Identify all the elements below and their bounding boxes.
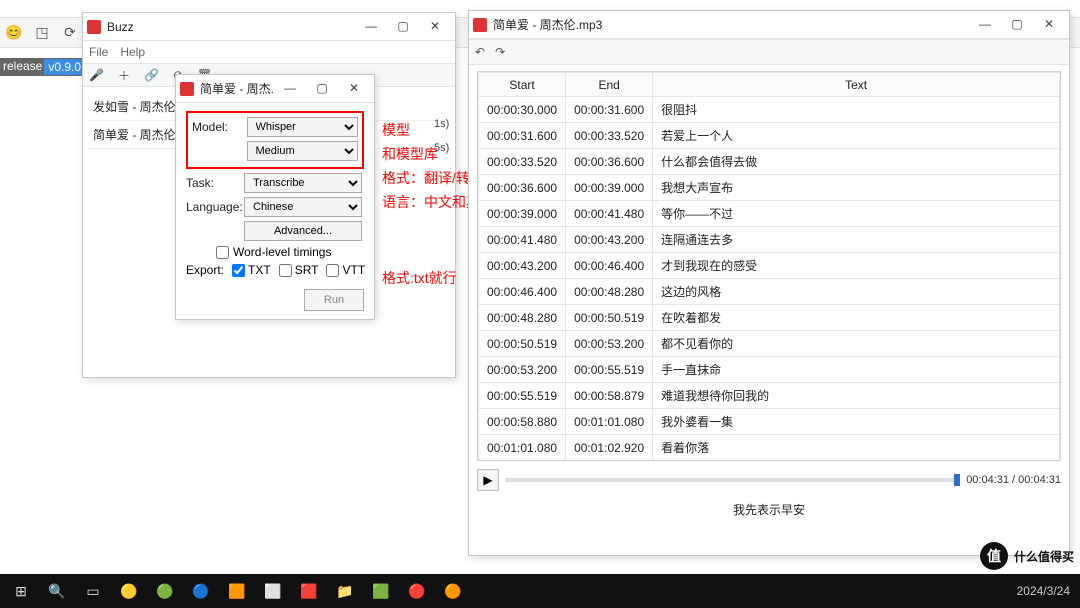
minimize-button[interactable]: — bbox=[969, 13, 1001, 37]
transcribe-dialog: 简单爱 - 周杰... — ▢ ✕ Model: Whisper Medium … bbox=[175, 74, 375, 320]
app-icon[interactable]: 🟠 bbox=[436, 576, 470, 606]
explorer-icon[interactable]: 📁 bbox=[328, 576, 362, 606]
start-button[interactable]: ⊞ bbox=[4, 576, 38, 606]
task-select[interactable]: Transcribe bbox=[244, 173, 362, 193]
minimize-button[interactable]: — bbox=[274, 77, 306, 101]
table-row[interactable]: 00:00:46.40000:00:48.280这边的风格 bbox=[479, 279, 1060, 305]
refresh-icon[interactable]: ⟳ bbox=[56, 24, 84, 41]
table-row[interactable]: 00:00:39.00000:00:41.480等你——不过 bbox=[479, 201, 1060, 227]
table-row[interactable]: 00:00:43.20000:00:46.400才到我现在的感受 bbox=[479, 253, 1060, 279]
mic-icon[interactable]: 🎤 bbox=[89, 68, 104, 82]
close-button[interactable]: ✕ bbox=[1033, 13, 1065, 37]
col-text[interactable]: Text bbox=[653, 73, 1060, 97]
table-row[interactable]: 00:01:02.92000:01:06.360一直到我们到谁走 bbox=[479, 461, 1060, 462]
app-icon[interactable]: 🟩 bbox=[364, 576, 398, 606]
menu-file[interactable]: File bbox=[89, 45, 108, 59]
buzz-title: Buzz bbox=[107, 20, 355, 34]
table-row[interactable]: 00:00:30.00000:00:31.600很阻抖 bbox=[479, 97, 1060, 123]
taskbar-clock[interactable]: 2024/3/24 bbox=[1017, 585, 1076, 597]
add-icon[interactable]: ＋ bbox=[118, 67, 130, 84]
word-timings-label: Word-level timings bbox=[233, 245, 331, 259]
export-srt-checkbox[interactable] bbox=[279, 264, 292, 277]
annotation: 格式:txt就行 bbox=[382, 268, 457, 288]
table-row[interactable]: 00:00:55.51900:00:58.879难道我想待你回我的 bbox=[479, 383, 1060, 409]
maximize-button[interactable]: ▢ bbox=[1001, 13, 1033, 37]
transcript-table: Start End Text 00:00:30.00000:00:31.600很… bbox=[478, 72, 1060, 461]
taskbar: ⊞ 🔍 ▭ 🟡 🟢 🔵 🟧 ⬜ 🟥 📁 🟩 🔴 🟠 2024/3/24 bbox=[0, 574, 1080, 608]
table-row[interactable]: 00:00:36.60000:00:39.000我想大声宣布 bbox=[479, 175, 1060, 201]
undo-icon[interactable]: ↶ bbox=[475, 45, 485, 59]
task-label: Task: bbox=[186, 176, 244, 190]
col-end[interactable]: End bbox=[566, 73, 653, 97]
model-select[interactable]: Whisper bbox=[247, 117, 359, 137]
app-icon[interactable]: ⬜ bbox=[256, 576, 290, 606]
play-button[interactable]: ▶ bbox=[477, 469, 499, 491]
maximize-button[interactable]: ▢ bbox=[387, 15, 419, 39]
result-window: 简单爱 - 周杰伦.mp3 — ▢ ✕ ↶ ↷ Start End Text 0… bbox=[468, 10, 1070, 556]
app-icon[interactable]: 🟧 bbox=[220, 576, 254, 606]
table-row[interactable]: 00:00:50.51900:00:53.200都不见看你的 bbox=[479, 331, 1060, 357]
cube-icon[interactable]: ◳ bbox=[28, 24, 56, 41]
table-row[interactable]: 00:00:58.88000:01:01.080我外婆看一集 bbox=[479, 409, 1060, 435]
edge-icon[interactable]: 🔵 bbox=[184, 576, 218, 606]
word-timings-checkbox[interactable] bbox=[216, 246, 229, 259]
annotation: 模型 bbox=[382, 120, 410, 140]
run-button[interactable]: Run bbox=[304, 289, 364, 311]
back-icon[interactable]: 😊 bbox=[0, 24, 28, 41]
export-vtt-checkbox[interactable] bbox=[326, 264, 339, 277]
app-icon[interactable]: 🟥 bbox=[292, 576, 326, 606]
close-button[interactable]: ✕ bbox=[419, 15, 451, 39]
export-txt-checkbox[interactable] bbox=[232, 264, 245, 277]
app-icon bbox=[87, 20, 101, 34]
export-label: Export: bbox=[186, 263, 224, 277]
taskview-icon[interactable]: ▭ bbox=[76, 576, 110, 606]
advanced-button[interactable]: Advanced... bbox=[244, 221, 362, 241]
link-icon[interactable]: 🔗 bbox=[144, 68, 159, 82]
side-text: 1s) bbox=[434, 118, 449, 130]
table-row[interactable]: 00:00:33.52000:00:36.600什么都会值得去做 bbox=[479, 149, 1060, 175]
chrome-icon[interactable]: 🟡 bbox=[112, 576, 146, 606]
table-row[interactable]: 00:00:53.20000:00:55.519手一直抹命 bbox=[479, 357, 1060, 383]
release-badge: releasev0.9.0 bbox=[0, 58, 88, 76]
app-icon[interactable]: 🔴 bbox=[400, 576, 434, 606]
result-title: 简单爱 - 周杰伦.mp3 bbox=[493, 16, 969, 33]
watermark: 值什么值得买 bbox=[980, 542, 1074, 570]
search-icon[interactable]: 🔍 bbox=[40, 576, 74, 606]
model-size-select[interactable]: Medium bbox=[247, 141, 359, 161]
language-label: Language: bbox=[186, 200, 244, 214]
col-start[interactable]: Start bbox=[479, 73, 566, 97]
annotation: 和模型库 bbox=[382, 144, 438, 164]
current-caption: 我先表示早安 bbox=[469, 501, 1069, 518]
menu-help[interactable]: Help bbox=[120, 45, 145, 59]
language-select[interactable]: Chinese bbox=[244, 197, 362, 217]
table-row[interactable]: 00:00:41.48000:00:43.200连隔通连去多 bbox=[479, 227, 1060, 253]
app-icon bbox=[180, 82, 194, 96]
model-group-highlight: Model: Whisper Medium bbox=[186, 111, 364, 169]
redo-icon[interactable]: ↷ bbox=[495, 45, 505, 59]
minimize-button[interactable]: — bbox=[355, 15, 387, 39]
table-row[interactable]: 00:00:48.28000:00:50.519在吹着都发 bbox=[479, 305, 1060, 331]
time-display: 00:04:31 / 00:04:31 bbox=[966, 474, 1061, 486]
table-row[interactable]: 00:01:01.08000:01:02.920看着你落 bbox=[479, 435, 1060, 461]
dialog-title: 简单爱 - 周杰... bbox=[200, 80, 274, 97]
app-icon[interactable]: 🟢 bbox=[148, 576, 182, 606]
maximize-button[interactable]: ▢ bbox=[306, 77, 338, 101]
close-button[interactable]: ✕ bbox=[338, 77, 370, 101]
seek-bar[interactable] bbox=[505, 478, 960, 482]
side-text: 5s) bbox=[434, 142, 449, 154]
model-label: Model: bbox=[192, 120, 247, 134]
app-icon bbox=[473, 18, 487, 32]
table-row[interactable]: 00:00:31.60000:00:33.520若爱上一个人 bbox=[479, 123, 1060, 149]
